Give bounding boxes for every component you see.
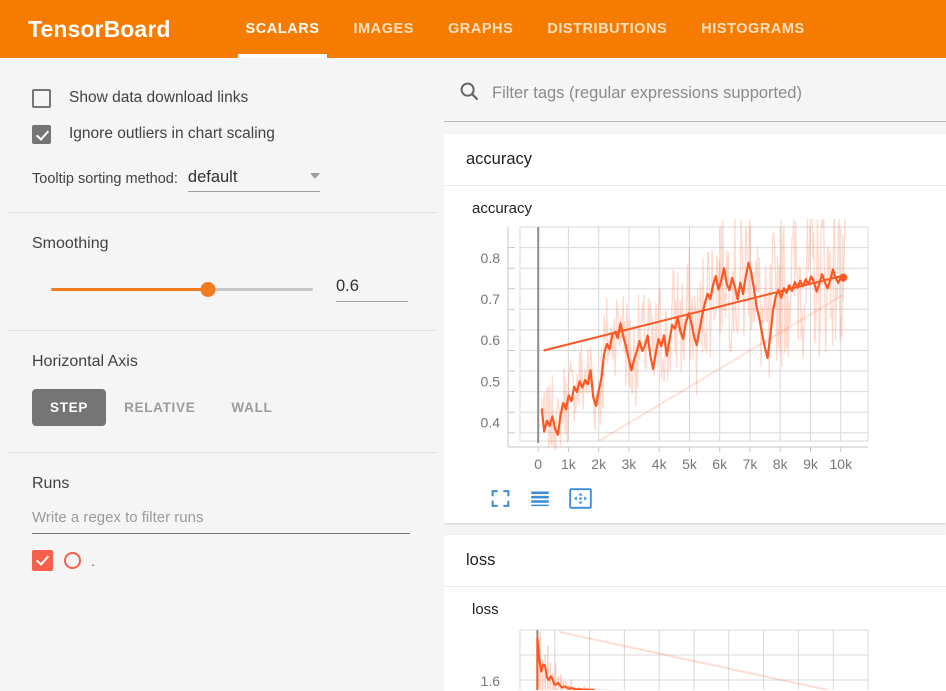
ignore-outliers-row[interactable]: Ignore outliers in chart scaling (32, 118, 412, 150)
svg-text:2k: 2k (591, 456, 607, 472)
horizontal-axis-section: Horizontal Axis STEP RELATIVE WALL (0, 353, 444, 452)
chevron-down-icon (309, 173, 320, 179)
chart-toolbar-accuracy (444, 482, 946, 523)
tooltip-sorting-select[interactable]: default (187, 168, 320, 192)
svg-text:1.6: 1.6 (481, 673, 501, 689)
chart-accuracy[interactable]: 0.4 0.5 0.6 0.7 0.8 0 1k 2k 3k 4k 5k 6k 7k 8k 9k 10k (444, 218, 946, 482)
tag-filter-bar[interactable]: Filter tags (regular expressions support… (444, 66, 946, 122)
svg-text:0.8: 0.8 (481, 250, 501, 266)
show-download-links-label: Show data download links (69, 89, 249, 107)
tooltip-sorting-value: default (187, 168, 238, 186)
expand-chart-icon[interactable] (490, 488, 511, 509)
svg-text:10k: 10k (830, 456, 854, 472)
divider-2 (8, 330, 436, 331)
runs-filter-placeholder: Write a regex to filter runs (32, 509, 204, 526)
svg-text:0.5: 0.5 (481, 373, 501, 389)
svg-text:0.7: 0.7 (481, 291, 501, 307)
app-brand-title: TensorBoard (28, 15, 171, 42)
tab-graphs[interactable]: GRAPHS (431, 0, 530, 58)
search-icon (458, 80, 480, 107)
tooltip-sorting-label: Tooltip sorting method: (32, 171, 178, 187)
accuracy-plot-svg: 0.4 0.5 0.6 0.7 0.8 0 1k 2k 3k 4k 5k 6k 7k 8k 9k 10k (481, 218, 869, 472)
slider-fill (51, 288, 209, 291)
run-name-label: . (91, 552, 95, 569)
axis-option-step[interactable]: STEP (32, 389, 107, 426)
tab-histograms[interactable]: HISTOGRAMS (684, 0, 822, 58)
main-nav: SCALARS IMAGES GRAPHS DISTRIBUTIONS HIST… (229, 0, 822, 58)
card-loss: loss loss 1.6 (444, 535, 946, 691)
svg-text:0: 0 (534, 456, 542, 472)
divider-3 (8, 452, 436, 453)
chart-loss[interactable]: 1.6 (444, 620, 946, 691)
svg-text:4k: 4k (652, 456, 668, 472)
ignore-outliers-checkbox[interactable] (32, 124, 51, 144)
svg-text:0.4: 0.4 (481, 415, 501, 431)
fit-domain-icon[interactable] (569, 488, 592, 509)
chart-title-loss: loss (472, 601, 499, 618)
axis-option-wall[interactable]: WALL (213, 389, 290, 426)
smoothing-title: Smoothing (32, 235, 109, 252)
tag-filter-placeholder: Filter tags (regular expressions support… (492, 84, 802, 102)
svg-text:6k: 6k (712, 456, 728, 472)
card-accuracy: accuracy accuracy 0.4 0.5 0.6 0.7 0.8 0 1k 2k 3k… (444, 134, 946, 523)
run-list-item[interactable]: . (32, 550, 412, 571)
chart-title-accuracy: accuracy (472, 200, 533, 217)
svg-text:1k: 1k (561, 456, 577, 472)
divider-1 (8, 212, 436, 213)
smoothing-controls: 0.6 (32, 277, 412, 330)
tab-scalars[interactable]: SCALARS (229, 0, 337, 58)
card-header-loss[interactable]: loss (444, 535, 946, 587)
ignore-outliers-label: Ignore outliers in chart scaling (69, 125, 275, 143)
run-color-circle-icon (64, 552, 81, 569)
smoothing-section: Smoothing 0.6 (0, 235, 444, 330)
tab-distributions[interactable]: DISTRIBUTIONS (530, 0, 684, 58)
tooltip-sorting-row: Tooltip sorting method: default (32, 168, 412, 212)
show-download-links-checkbox[interactable] (32, 88, 51, 108)
main-content: Filter tags (regular expressions support… (444, 58, 946, 691)
runs-title: Runs (32, 475, 70, 492)
show-download-links-row[interactable]: Show data download links (32, 82, 412, 114)
settings-sidebar: Show data download links Ignore outliers… (0, 58, 444, 691)
loss-plot-svg: 1.6 (481, 629, 869, 691)
svg-text:7k: 7k (743, 456, 759, 472)
tab-images[interactable]: IMAGES (336, 0, 431, 58)
svg-text:8k: 8k (773, 456, 789, 472)
runs-section: Runs Write a regex to filter runs . (0, 475, 444, 571)
horizontal-axis-title: Horizontal Axis (32, 353, 138, 370)
smoothing-slider[interactable] (51, 282, 313, 297)
run-checkbox[interactable] (32, 550, 53, 571)
smoothing-value-input[interactable]: 0.6 (336, 277, 408, 302)
toggle-series-icon[interactable] (529, 488, 551, 509)
svg-text:5k: 5k (682, 456, 698, 472)
slider-knob[interactable] (200, 282, 216, 297)
runs-filter-input[interactable]: Write a regex to filter runs (32, 509, 410, 534)
horizontal-axis-buttons: STEP RELATIVE WALL (32, 389, 412, 452)
display-options-section: Show data download links Ignore outliers… (0, 82, 444, 212)
svg-text:9k: 9k (803, 456, 819, 472)
axis-option-relative[interactable]: RELATIVE (106, 389, 213, 426)
card-body-accuracy: accuracy 0.4 0.5 0.6 0.7 0.8 0 1k 2k 3k 4k 5k 6k 7k 8… (444, 186, 946, 523)
svg-text:0.6: 0.6 (481, 332, 501, 348)
card-header-accuracy[interactable]: accuracy (444, 134, 946, 186)
svg-text:3k: 3k (622, 456, 638, 472)
app-header: TensorBoard SCALARS IMAGES GRAPHS DISTRI… (0, 0, 946, 58)
card-body-loss: loss 1.6 (444, 587, 946, 691)
